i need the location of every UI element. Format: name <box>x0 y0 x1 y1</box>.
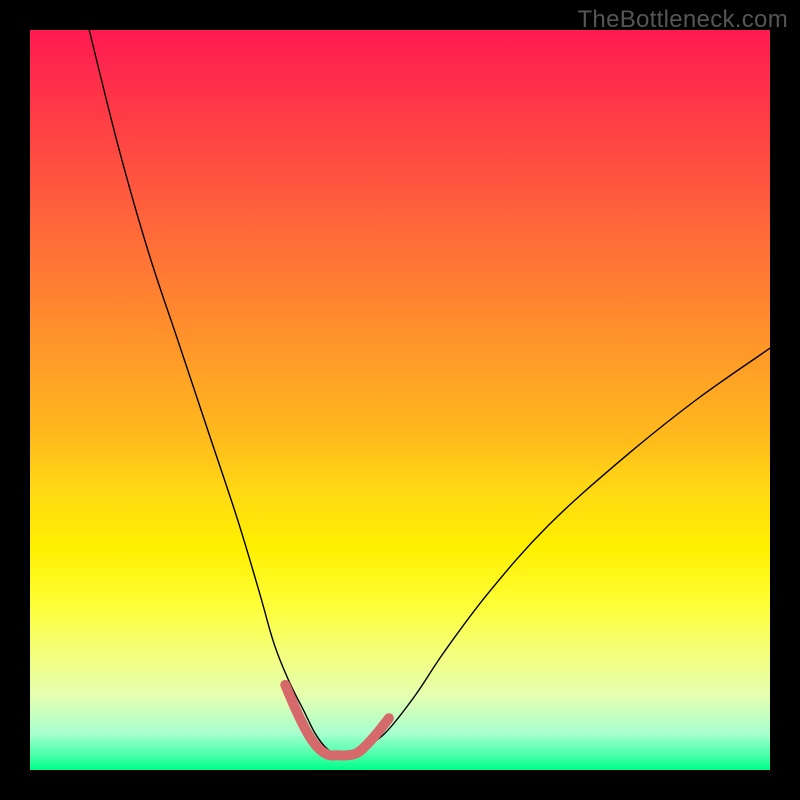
watermark-text: TheBottleneck.com <box>577 6 788 34</box>
bottom-marker <box>285 685 389 756</box>
bottleneck-curve <box>89 30 770 756</box>
chart-svg <box>30 30 770 770</box>
chart-root: TheBottleneck.com <box>0 0 800 800</box>
